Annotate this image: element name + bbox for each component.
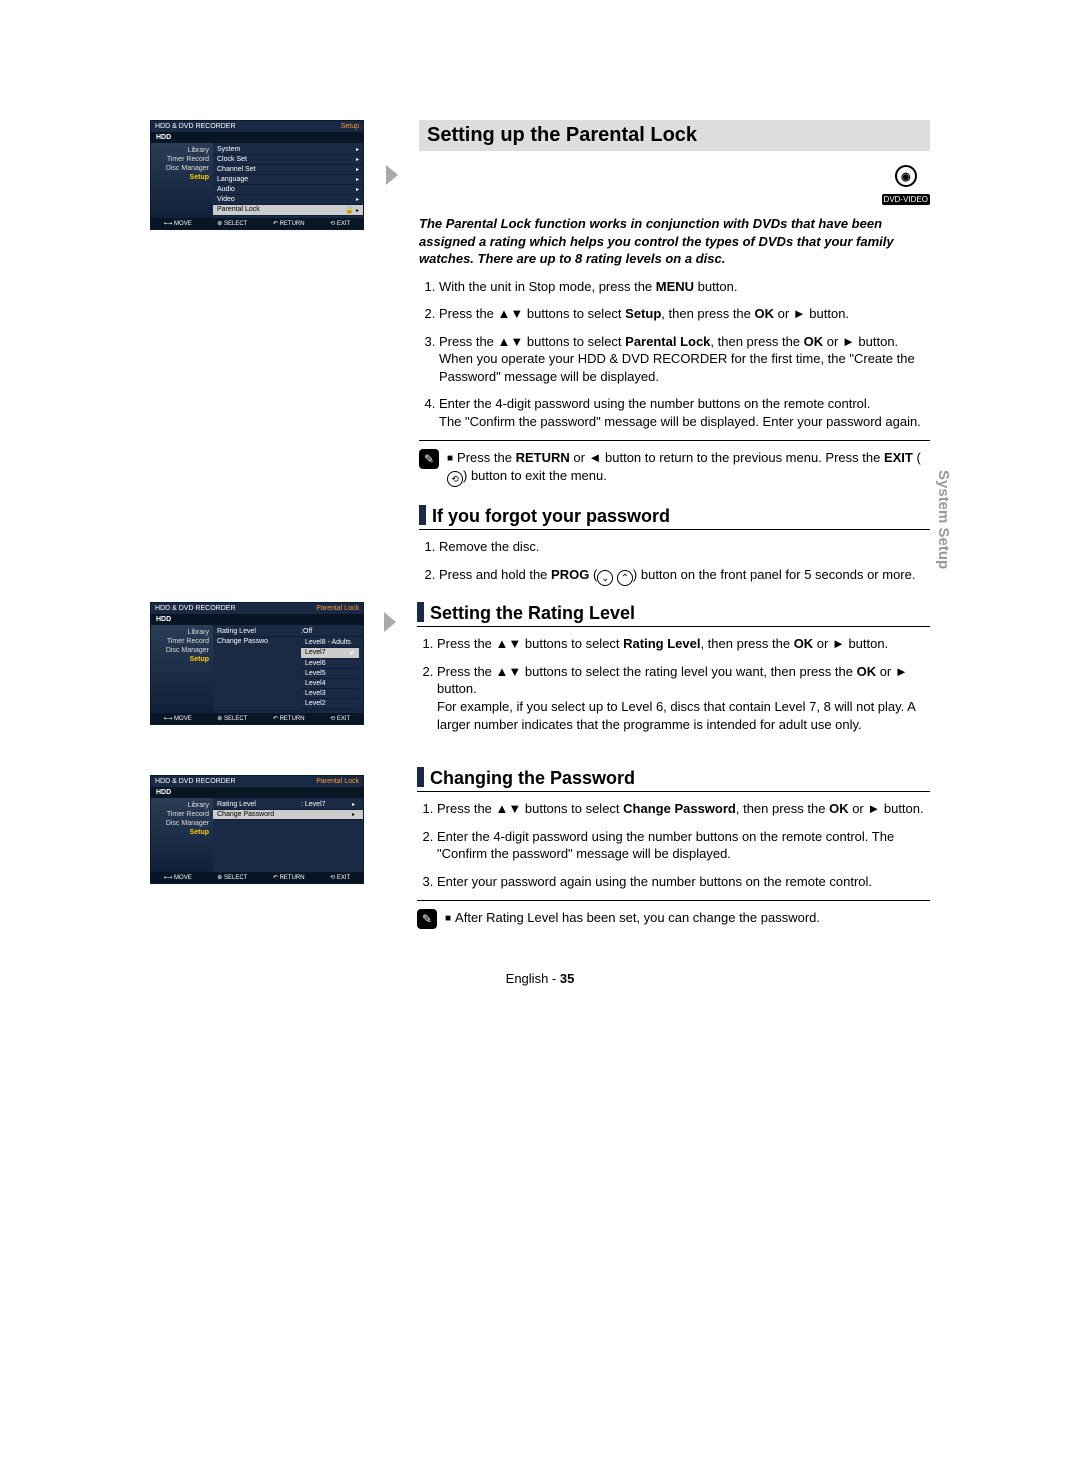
section-title: Setting up the Parental Lock xyxy=(419,120,930,151)
osd1-title-right: Setup xyxy=(341,123,359,130)
step-text: Press and hold the PROG (⌄ ⌃) button on … xyxy=(439,566,930,587)
osd2-title-left: HDD & DVD RECORDER xyxy=(155,605,236,612)
osd3-side-item: Setup xyxy=(151,828,213,837)
pointer-arrow-icon xyxy=(384,120,399,185)
osd2-row: Rating Level:Off xyxy=(213,627,363,637)
osd2-popup-item: Level6 xyxy=(301,659,359,669)
osd2-side-item: Library xyxy=(151,628,213,637)
osd1-row: Video▸ xyxy=(213,195,363,205)
osd3-side-item: Library xyxy=(151,801,213,810)
osd-foot-select: ⊕ SELECT xyxy=(217,220,247,227)
osd2-popup-item: Level2 xyxy=(301,699,359,709)
step-text: Press the ▲▼ buttons to select Change Pa… xyxy=(437,800,930,818)
osd1-row: Audio▸ xyxy=(213,185,363,195)
osd2-title-right: Parental Lock xyxy=(316,605,359,612)
note-icon: ✎ xyxy=(417,909,437,929)
osd2-popup-item: Level3 xyxy=(301,689,359,699)
step-text: With the unit in Stop mode, press the ME… xyxy=(439,278,930,296)
osd2-popup-item-selected: Level7✔ xyxy=(301,648,359,659)
osd1-row: Clock Set▸ xyxy=(213,155,363,165)
osd-foot-move: ⟷ MOVE xyxy=(164,874,192,881)
osd-foot-exit: ⟲ EXIT xyxy=(330,874,350,881)
step-text: Press the ▲▼ buttons to select Parental … xyxy=(439,333,930,386)
osd2-side-item: Timer Record xyxy=(151,637,213,646)
osd-screenshot-change-password: HDD & DVD RECORDER Parental Lock HDD Lib… xyxy=(150,775,364,884)
step-text: Enter the 4-digit password using the num… xyxy=(437,828,930,863)
step-text: Press the ▲▼ buttons to select Rating Le… xyxy=(437,635,930,653)
prog-down-icon: ⌄ xyxy=(597,570,613,586)
osd1-row-selected: Parental Lock 🔒 ▸ xyxy=(213,205,363,216)
osd2-popup-item: Level4 xyxy=(301,679,359,689)
osd3-title-right: Parental Lock xyxy=(316,778,359,785)
osd1-row: Language▸ xyxy=(213,175,363,185)
subsection-title: Setting the Rating Level xyxy=(417,602,930,627)
osd3-row-selected: Change Password▸ xyxy=(213,810,363,820)
step-text: Press the ▲▼ buttons to select Setup, th… xyxy=(439,305,930,323)
osd-foot-select: ⊕ SELECT xyxy=(217,715,247,722)
pointer-arrow-icon xyxy=(382,602,397,632)
osd1-side-item: Setup xyxy=(151,173,213,182)
osd-screenshot-setup: HDD & DVD RECORDER Setup HDD Library Tim… xyxy=(150,120,364,230)
osd1-title-left: HDD & DVD RECORDER xyxy=(155,123,236,130)
lock-icon: 🔒 xyxy=(345,207,354,214)
osd2-sub: HDD xyxy=(151,614,363,625)
osd1-side-item: Timer Record xyxy=(151,155,213,164)
note-text: ■After Rating Level has been set, you ca… xyxy=(445,909,820,927)
note-icon: ✎ xyxy=(419,449,439,469)
osd-foot-return: ↶ RETURN xyxy=(273,220,305,227)
osd2-popup-item: Level5 xyxy=(301,669,359,679)
osd-foot-move: ⟷ MOVE xyxy=(164,715,192,722)
osd2-popup-item: Level8 - Adults xyxy=(301,638,359,648)
step-text: Remove the disc. xyxy=(439,538,930,556)
dvd-video-badge: ◉ DVD-VIDEO xyxy=(882,165,930,207)
osd1-side-item: Library xyxy=(151,146,213,155)
osd3-side-item: Timer Record xyxy=(151,810,213,819)
osd-foot-select: ⊕ SELECT xyxy=(217,874,247,881)
osd-screenshot-rating: HDD & DVD RECORDER Parental Lock HDD Lib… xyxy=(150,602,364,725)
osd-foot-exit: ⟲ EXIT xyxy=(330,715,350,722)
osd-foot-exit: ⟲ EXIT xyxy=(330,220,350,227)
osd2-row: Change Passwo Level8 - Adults Level7✔ Le… xyxy=(213,637,363,711)
step-text: Press the ▲▼ buttons to select the ratin… xyxy=(437,663,930,733)
osd-foot-return: ↶ RETURN xyxy=(273,874,305,881)
osd1-sub: HDD xyxy=(151,132,363,143)
osd-foot-return: ↶ RETURN xyxy=(273,715,305,722)
page-footer: English - 35 xyxy=(150,971,930,986)
subsection-title: Changing the Password xyxy=(417,767,930,792)
osd3-sub: HDD xyxy=(151,787,363,798)
exit-icon: ⟲ xyxy=(447,471,463,487)
osd2-side-item: Setup xyxy=(151,655,213,664)
step-text: Enter the 4-digit password using the num… xyxy=(439,395,930,430)
osd-foot-move: ⟷ MOVE xyxy=(164,220,192,227)
osd3-row: Rating Level: Level7▸ xyxy=(213,800,363,810)
osd3-title-left: HDD & DVD RECORDER xyxy=(155,778,236,785)
osd1-side-item: Disc Manager xyxy=(151,164,213,173)
step-text: Enter your password again using the numb… xyxy=(437,873,930,891)
osd1-row: System▸ xyxy=(213,145,363,155)
osd2-side-item: Disc Manager xyxy=(151,646,213,655)
prog-up-icon: ⌃ xyxy=(617,570,633,586)
subsection-title: If you forgot your password xyxy=(419,505,930,530)
side-tab: System Setup xyxy=(935,470,952,569)
osd1-row: Channel Set▸ xyxy=(213,165,363,175)
note-text: ■Press the RETURN or ◄ button to return … xyxy=(447,449,930,487)
intro-text: The Parental Lock function works in conj… xyxy=(419,215,930,268)
osd3-side-item: Disc Manager xyxy=(151,819,213,828)
